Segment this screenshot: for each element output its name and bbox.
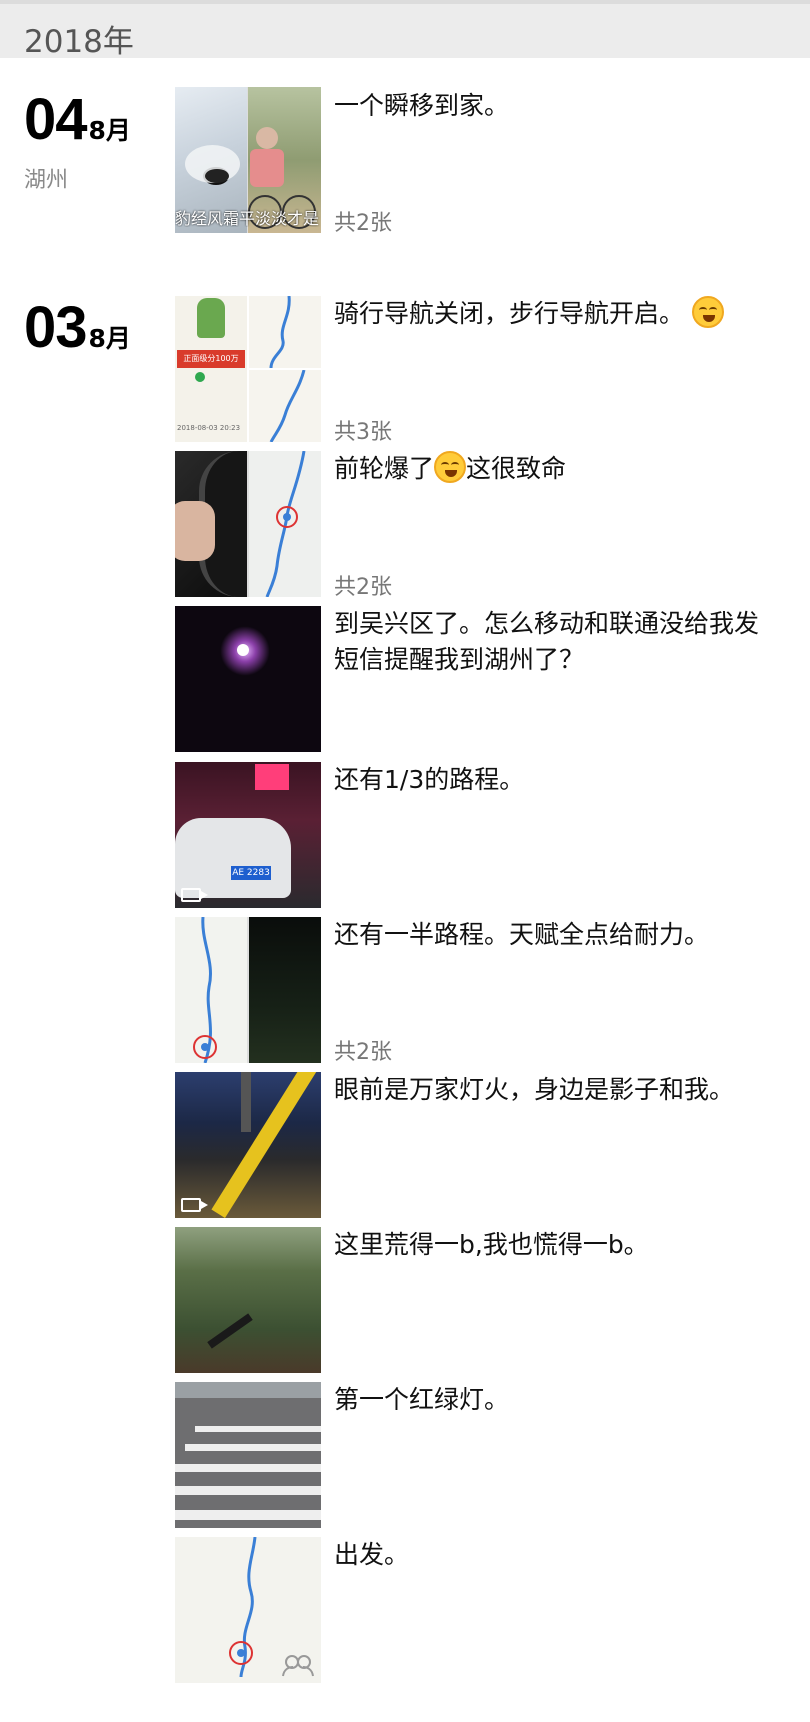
post-text-b: 这很致命 [466, 454, 567, 483]
post-text[interactable]: 眼前是万家灯火，身边是影子和我。 [334, 1072, 774, 1108]
location-label: 湖州 [24, 168, 69, 193]
overlay-caption-right: 平淡淡才是 [239, 209, 320, 227]
post-text[interactable]: 这里荒得一b,我也慌得一b。 [334, 1227, 774, 1263]
photo-count: 共3张 [334, 420, 392, 445]
video-icon [181, 1198, 208, 1212]
post-video-thumbnail[interactable]: AE 2283 [175, 762, 321, 908]
date-day-04: 048月 [24, 86, 131, 153]
laugh-cry-emoji-icon [434, 451, 467, 483]
video-icon [181, 888, 208, 902]
date-day-03: 038月 [24, 294, 131, 361]
post-text[interactable]: 骑行导航关闭，步行导航开启。 [334, 296, 774, 332]
post-text[interactable]: 一个瞬移到家。 [334, 88, 774, 124]
post-thumbnail[interactable] [175, 917, 321, 1063]
laugh-cry-emoji-icon [691, 296, 724, 328]
year-label: 2018年 [24, 24, 134, 60]
post-text[interactable]: 到吴兴区了。怎么移动和联通没给我发短信提醒我到湖州了？ [334, 606, 774, 678]
post-text[interactable]: 前轮爆了 这很致命 [334, 451, 774, 487]
post-video-thumbnail[interactable] [175, 1072, 321, 1218]
photo-count: 共2张 [334, 575, 392, 600]
post-text[interactable]: 还有1/3的路程。 [334, 762, 774, 798]
post-text[interactable]: 第一个红绿灯。 [334, 1382, 774, 1418]
post-thumbnail[interactable] [175, 1382, 321, 1528]
post-thumbnail[interactable] [175, 1227, 321, 1373]
post-thumbnail[interactable]: 豹经风霜平淡淡才是 [175, 87, 321, 233]
photo-count: 共2张 [334, 1040, 392, 1065]
month-label: 8月 [88, 116, 131, 145]
post-thumbnail[interactable] [175, 606, 321, 752]
month-label: 8月 [88, 324, 131, 353]
year-header: 2018年 [0, 0, 810, 60]
map-label: 正面级分100万 [177, 350, 245, 368]
post-thumbnail[interactable] [175, 1537, 321, 1683]
post-text-a: 骑行导航关闭，步行导航开启。 [334, 299, 685, 328]
overlay-caption-left: 豹经风霜 [175, 209, 240, 227]
post-text[interactable]: 出发。 [334, 1537, 774, 1573]
post-text[interactable]: 还有一半路程。天赋全点给耐力。 [334, 917, 774, 953]
shared-frame-icon [282, 1655, 314, 1677]
license-plate: AE 2283 [231, 866, 271, 880]
day-number: 04 [24, 87, 88, 152]
post-text-a: 前轮爆了 [334, 454, 435, 483]
day-number: 03 [24, 295, 88, 360]
post-thumbnail[interactable] [175, 451, 321, 597]
photo-count: 共2张 [334, 211, 392, 236]
post-thumbnail[interactable]: 正面级分100万 2018-08-03 20:23 [175, 296, 321, 442]
map-date: 2018-08-03 20:23 [177, 424, 241, 432]
